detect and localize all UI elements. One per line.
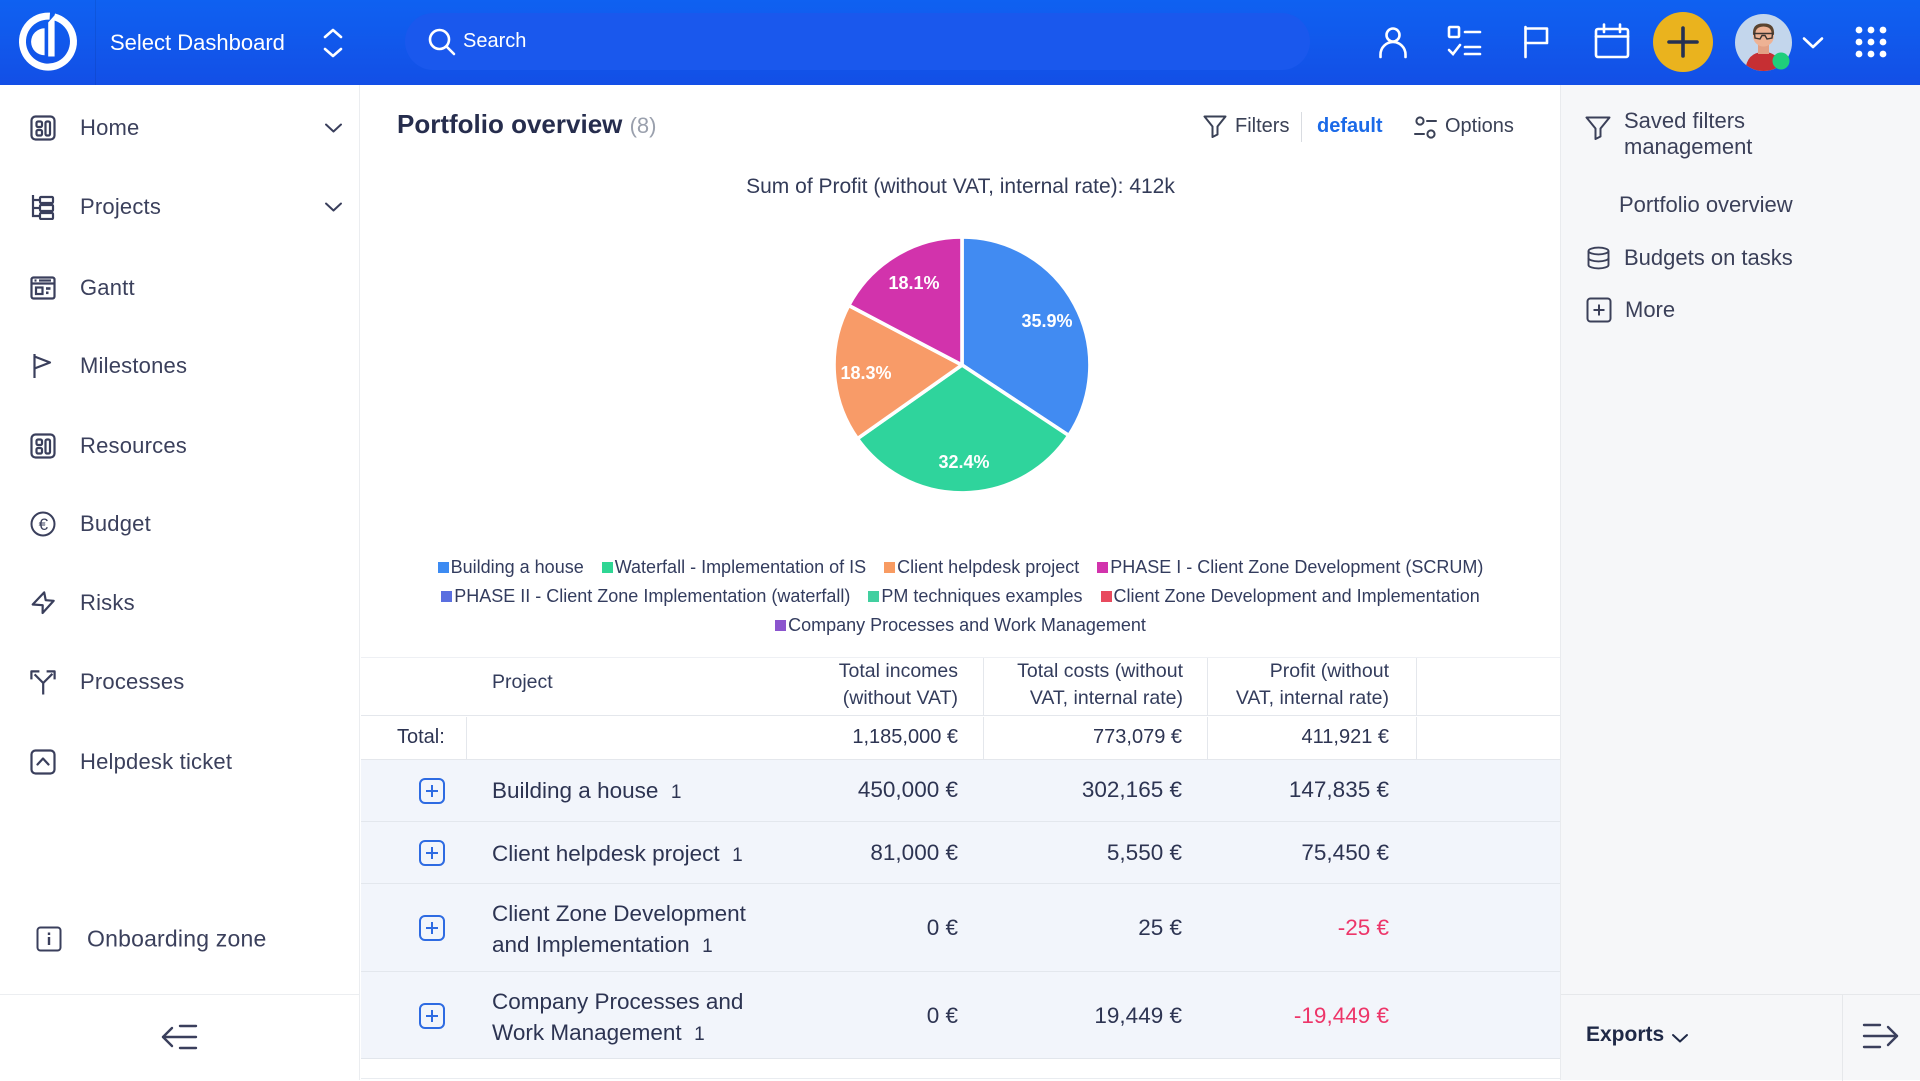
svg-text:18.1%: 18.1%	[888, 273, 939, 293]
svg-text:35.9%: 35.9%	[1021, 311, 1072, 331]
svg-text:€: €	[39, 515, 49, 534]
svg-text:32.4%: 32.4%	[938, 452, 989, 472]
svg-text:18.3%: 18.3%	[840, 363, 891, 383]
